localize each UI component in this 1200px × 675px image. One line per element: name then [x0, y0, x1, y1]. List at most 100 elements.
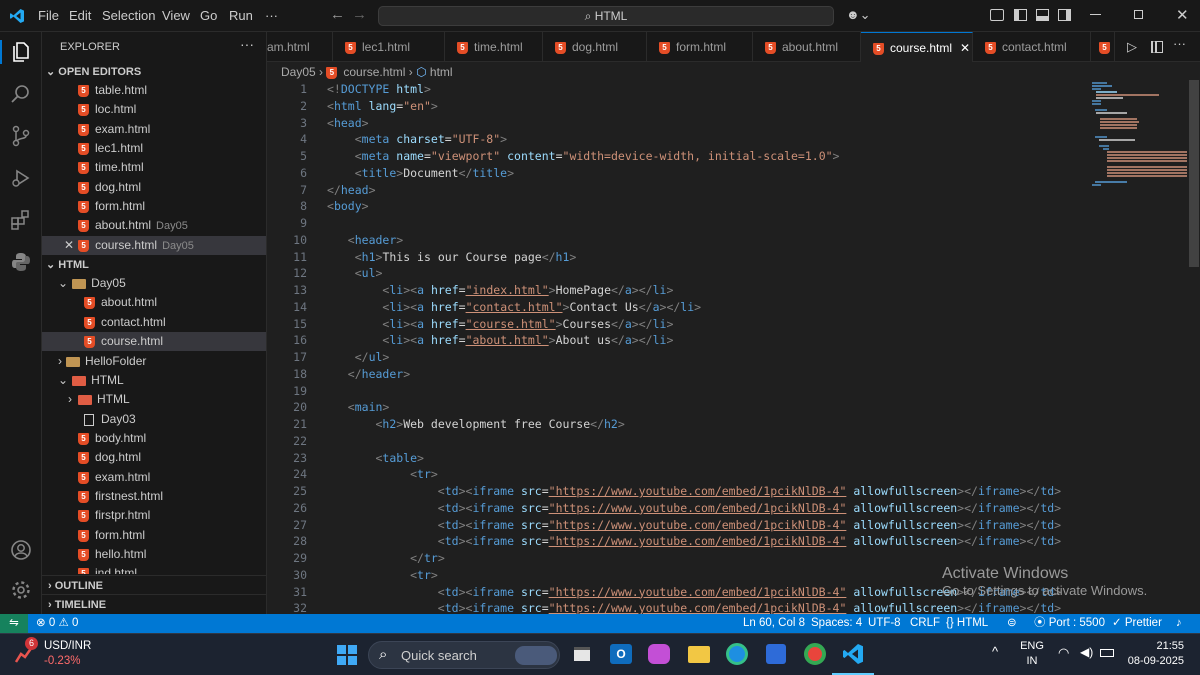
scrollbar-thumb[interactable] — [1189, 80, 1199, 267]
file-explorer-icon[interactable] — [688, 646, 710, 663]
tree-file[interactable]: 5 form.html — [42, 526, 266, 545]
tree-file[interactable]: 5 contact.html — [42, 313, 266, 332]
volume-icon[interactable]: ◀) — [1080, 645, 1093, 659]
command-center[interactable]: ⌕ HTML — [378, 6, 834, 26]
open-editor-item[interactable]: 5 lec1.html — [42, 139, 266, 158]
minimize-icon[interactable] — [1090, 14, 1101, 15]
source-control-icon[interactable] — [9, 124, 33, 148]
vscode-logo-icon[interactable] — [9, 8, 25, 24]
tree-file[interactable]: 5 ind.html — [42, 564, 266, 574]
restore-icon[interactable] — [1134, 10, 1143, 19]
tree-file[interactable]: 5 firstnest.html — [42, 487, 266, 506]
tree-folder[interactable]: › HelloFolder — [42, 352, 266, 371]
edge-icon[interactable] — [726, 643, 748, 665]
tray-chevron-up-icon[interactable]: ^ — [992, 644, 998, 659]
code-editor[interactable]: 1 <!DOCTYPE html> 2 <html lang="en"> 3 <head>… — [267, 80, 1087, 614]
open-editor-item[interactable]: 5 time.html — [42, 158, 266, 177]
store-icon[interactable] — [766, 644, 786, 664]
menu-edit[interactable]: Edit — [69, 8, 91, 23]
open-editor-item[interactable]: 5 about.html Day05 — [42, 216, 266, 235]
wifi-icon[interactable]: ◠ — [1058, 645, 1069, 661]
ticker-name[interactable]: USD/INR — [44, 640, 91, 652]
tab-active[interactable]: 5 course.html ✕ — [861, 32, 973, 62]
outline-header[interactable]: › OUTLINE — [42, 575, 266, 595]
workspace-header[interactable]: ⌄ HTML — [42, 255, 266, 275]
tree-file[interactable]: 5 firstpr.html — [42, 506, 266, 525]
toggle-secondary-sidebar-icon[interactable] — [1058, 9, 1071, 21]
editor-scrollbar[interactable] — [1188, 80, 1200, 614]
battery-icon[interactable] — [1100, 649, 1114, 657]
extensions-icon[interactable] — [9, 208, 33, 232]
explorer-icon[interactable] — [9, 40, 33, 64]
tab[interactable]: 5 about.html — [753, 32, 861, 62]
tab[interactable]: 5 contact.html — [973, 32, 1091, 62]
toggle-panel-icon[interactable] — [1036, 9, 1049, 21]
tree-folder[interactable]: › HTML — [42, 390, 266, 409]
tree-file[interactable]: 5 body.html — [42, 429, 266, 448]
breadcrumb-folder[interactable]: Day05 — [281, 65, 316, 79]
menu-run[interactable]: Run — [229, 8, 253, 23]
back-arrow-icon[interactable]: ← — [330, 6, 345, 23]
problems-indicator[interactable]: ⊗ 0 ⚠ 0 — [36, 614, 78, 633]
tree-folder[interactable]: ⌄ HTML — [42, 371, 266, 390]
open-editor-item[interactable]: 5 loc.html — [42, 100, 266, 119]
close-window-icon[interactable]: ✕ — [1176, 6, 1189, 24]
editor-more-icon[interactable]: ··· — [1173, 36, 1186, 51]
tab-overflow[interactable]: 5 — [1091, 32, 1115, 62]
open-editors-header[interactable]: ⌄ OPEN EDITORS — [42, 62, 266, 82]
cursor-position[interactable]: Ln 60, Col 8 — [743, 614, 805, 633]
minimap[interactable] — [1087, 80, 1187, 614]
windows-start-icon[interactable] — [337, 645, 357, 665]
settings-gear-icon[interactable] — [9, 578, 33, 602]
breadcrumb-file[interactable]: course.html — [343, 65, 405, 79]
remote-icon[interactable]: ⇋ — [0, 614, 28, 633]
toggle-sidebar-icon[interactable] — [1014, 9, 1027, 21]
language-indicator[interactable]: ENG — [1020, 640, 1044, 652]
forward-arrow-icon[interactable]: → — [352, 6, 367, 23]
timeline-header[interactable]: › TIMELINE — [42, 594, 266, 614]
run-file-icon[interactable]: ▷ — [1127, 39, 1137, 55]
chrome-icon[interactable] — [804, 643, 826, 665]
live-server-icon[interactable]: ⊜ — [1007, 614, 1017, 633]
open-editor-item[interactable]: 5 table.html — [42, 81, 266, 100]
account-icon[interactable] — [9, 538, 33, 562]
tab[interactable]: 5 dog.html — [543, 32, 647, 62]
customize-layout-icon[interactable] — [990, 9, 1004, 21]
menu-view[interactable]: View — [162, 8, 190, 23]
notifications-bell-icon[interactable]: ♪ — [1176, 614, 1182, 633]
tree-folder[interactable]: ⌄ Day05 — [42, 274, 266, 293]
task-view-icon[interactable] — [574, 647, 590, 661]
open-editor-item-active[interactable]: ✕ 5 course.html Day05 — [42, 236, 266, 255]
language-mode[interactable]: {} HTML — [946, 614, 988, 633]
open-editor-item[interactable]: 5 form.html — [42, 197, 266, 216]
split-editor-icon[interactable] — [1151, 41, 1163, 53]
tab[interactable]: am.html — [267, 32, 333, 62]
copilot-icon[interactable]: ☻⌄ — [846, 7, 871, 23]
indentation[interactable]: Spaces: 4 — [811, 614, 862, 633]
tree-file[interactable]: 5 dog.html — [42, 448, 266, 467]
clock-time[interactable]: 21:55 — [1130, 640, 1184, 652]
open-editor-item[interactable]: 5 exam.html — [42, 120, 266, 139]
tab[interactable]: 5 lec1.html — [333, 32, 445, 62]
search-view-icon[interactable] — [9, 82, 33, 106]
copilot-app-icon[interactable] — [648, 644, 670, 664]
taskbar-search[interactable]: ⌕ Quick search — [368, 641, 560, 669]
menu-go[interactable]: Go — [200, 8, 217, 23]
tab[interactable]: 5 form.html — [647, 32, 753, 62]
tree-file-selected[interactable]: 5 course.html — [42, 332, 266, 351]
tree-file[interactable]: 5 hello.html — [42, 545, 266, 564]
prettier-status[interactable]: ✓ Prettier — [1112, 614, 1162, 633]
python-icon[interactable] — [9, 250, 33, 274]
menu-file[interactable]: File — [38, 8, 59, 23]
run-debug-icon[interactable] — [9, 166, 33, 190]
close-editor-icon[interactable]: ✕ — [64, 238, 74, 252]
open-editor-item[interactable]: 5 dog.html — [42, 178, 266, 197]
tree-file[interactable]: Day03 — [42, 410, 266, 429]
tree-file[interactable]: 5 about.html — [42, 293, 266, 312]
encoding[interactable]: UTF-8 — [868, 614, 901, 633]
live-server-port[interactable]: ⦿ Port : 5500 — [1034, 614, 1105, 633]
menu-more[interactable]: ··· — [265, 8, 278, 23]
menu-selection[interactable]: Selection — [102, 8, 155, 23]
outlook-icon[interactable]: O — [610, 644, 632, 664]
end-of-line[interactable]: CRLF — [910, 614, 940, 633]
